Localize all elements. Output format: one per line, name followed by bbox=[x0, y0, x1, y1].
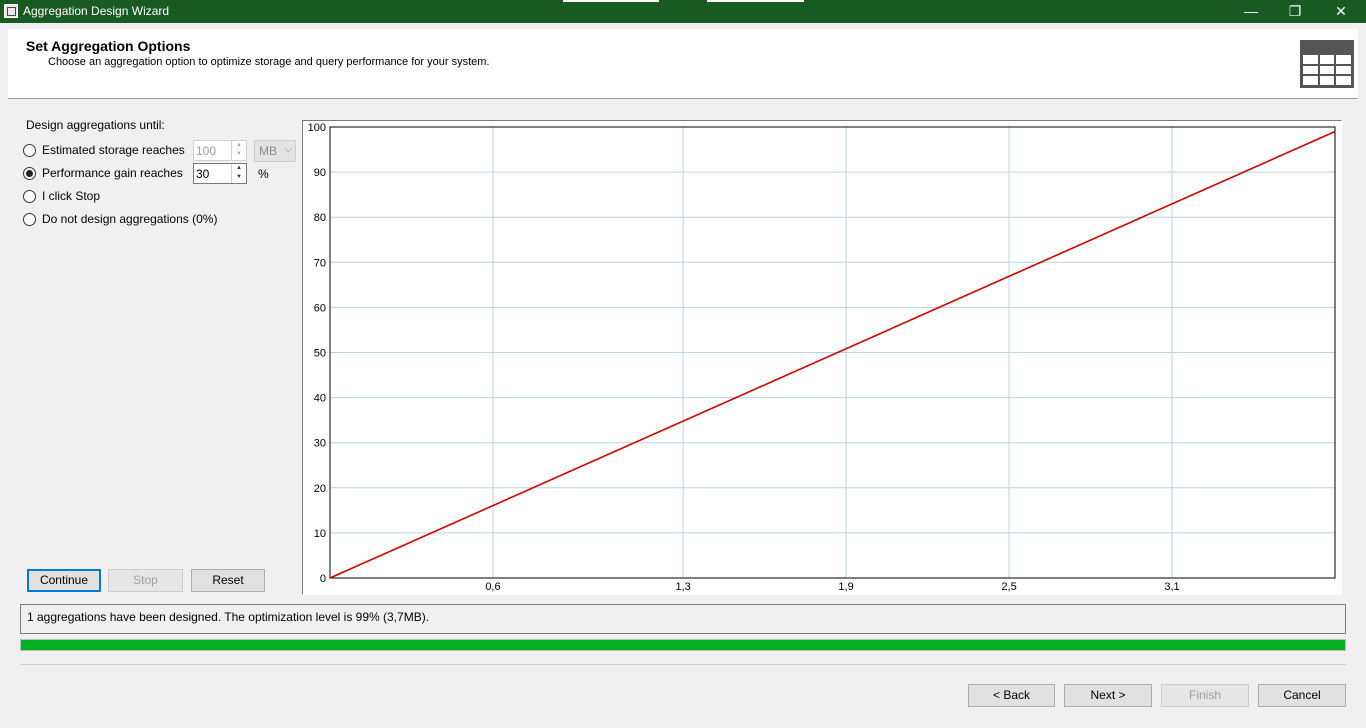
y-tick-label: 10 bbox=[314, 528, 326, 540]
title-bar-strip bbox=[563, 0, 659, 2]
radio-label: Do not design aggregations (0%) bbox=[42, 212, 218, 226]
radio-label: Performance gain reaches bbox=[42, 166, 183, 180]
radio-label: Estimated storage reaches bbox=[42, 143, 185, 157]
performance-value: 30 bbox=[196, 167, 210, 181]
radio-i-click-stop[interactable]: I click Stop bbox=[23, 187, 100, 205]
aggregation-chart: 0 10 20 30 40 50 60 70 80 90 100 0,6 1,3 1,9 2,5 3,1 bbox=[308, 122, 1336, 593]
x-tick-label: 1,9 bbox=[838, 581, 853, 593]
close-button[interactable]: ✕ bbox=[1318, 0, 1364, 23]
progress-fill bbox=[21, 640, 1345, 650]
app-icon bbox=[4, 4, 18, 18]
status-box: 1 aggregations have been designed. The o… bbox=[20, 604, 1346, 634]
options-caption: Design aggregations until: bbox=[26, 118, 165, 132]
progress-bar bbox=[20, 639, 1346, 651]
window-title: Aggregation Design Wizard bbox=[23, 4, 170, 18]
x-tick-label: 1,3 bbox=[675, 581, 690, 593]
radio-label: I click Stop bbox=[42, 189, 101, 203]
page-title: Set Aggregation Options bbox=[26, 38, 191, 54]
radio-button[interactable] bbox=[23, 143, 36, 157]
radio-button[interactable] bbox=[23, 189, 36, 203]
chevron-up-icon: ▲ bbox=[236, 165, 242, 171]
reset-button[interactable]: Reset bbox=[191, 569, 265, 592]
performance-stepper[interactable]: 30 ▲ ▼ bbox=[193, 163, 247, 184]
y-tick-label: 40 bbox=[314, 393, 326, 405]
table-grid-icon bbox=[1300, 40, 1354, 88]
back-button[interactable]: < Back bbox=[968, 684, 1055, 707]
storage-stepper[interactable]: 100 ▲ ▼ bbox=[193, 140, 247, 161]
title-bar: Aggregation Design Wizard — ❐ ✕ bbox=[0, 0, 1366, 23]
y-tick-label: 70 bbox=[314, 257, 326, 269]
stepper-arrows[interactable]: ▲ ▼ bbox=[231, 141, 246, 160]
chevron-down-icon: ⌵ bbox=[284, 144, 292, 155]
radio-no-aggregations[interactable]: Do not design aggregations (0%) bbox=[23, 210, 217, 228]
minimize-button[interactable]: — bbox=[1228, 0, 1274, 23]
chevron-down-icon: ▼ bbox=[236, 174, 242, 180]
cancel-button[interactable]: Cancel bbox=[1258, 684, 1346, 707]
y-tick-label: 0 bbox=[320, 573, 326, 585]
storage-unit-select[interactable]: MB ⌵ bbox=[254, 140, 296, 162]
status-message: 1 aggregations have been designed. The o… bbox=[27, 610, 430, 624]
stop-button[interactable]: Stop bbox=[108, 569, 183, 592]
chevron-down-icon: ▼ bbox=[236, 151, 242, 157]
y-tick-label: 30 bbox=[314, 438, 326, 450]
storage-unit-value: MB bbox=[259, 144, 277, 158]
x-tick-label: 3,1 bbox=[1164, 581, 1179, 593]
y-tick-label: 60 bbox=[314, 302, 326, 314]
radio-button[interactable] bbox=[23, 212, 36, 226]
next-button[interactable]: Next > bbox=[1064, 684, 1152, 707]
y-tick-label: 90 bbox=[314, 167, 326, 179]
performance-unit-label: % bbox=[258, 167, 269, 181]
stepper-arrows[interactable]: ▲ ▼ bbox=[231, 164, 246, 183]
footer-separator bbox=[20, 664, 1346, 665]
chevron-up-icon: ▲ bbox=[236, 142, 242, 148]
y-tick-label: 80 bbox=[314, 212, 326, 224]
radio-performance-gain[interactable]: Performance gain reaches bbox=[23, 164, 183, 182]
y-tick-label: 20 bbox=[314, 483, 326, 495]
radio-estimated-storage[interactable]: Estimated storage reaches bbox=[23, 141, 185, 159]
series-line bbox=[329, 130, 1336, 579]
storage-value: 100 bbox=[196, 144, 217, 158]
finish-button[interactable]: Finish bbox=[1161, 684, 1249, 707]
x-tick-label: 2,5 bbox=[1001, 581, 1016, 593]
page-subtitle: Choose an aggregation option to optimize… bbox=[48, 56, 490, 68]
title-bar-strip bbox=[707, 0, 804, 2]
continue-button[interactable]: Continue bbox=[27, 569, 101, 592]
radio-button[interactable] bbox=[23, 166, 36, 180]
wizard-header: Set Aggregation Options Choose an aggreg… bbox=[8, 29, 1358, 99]
y-tick-label: 100 bbox=[308, 122, 326, 134]
y-tick-label: 50 bbox=[314, 348, 326, 360]
restore-button[interactable]: ❐ bbox=[1272, 0, 1318, 23]
x-tick-label: 0,6 bbox=[485, 581, 500, 593]
